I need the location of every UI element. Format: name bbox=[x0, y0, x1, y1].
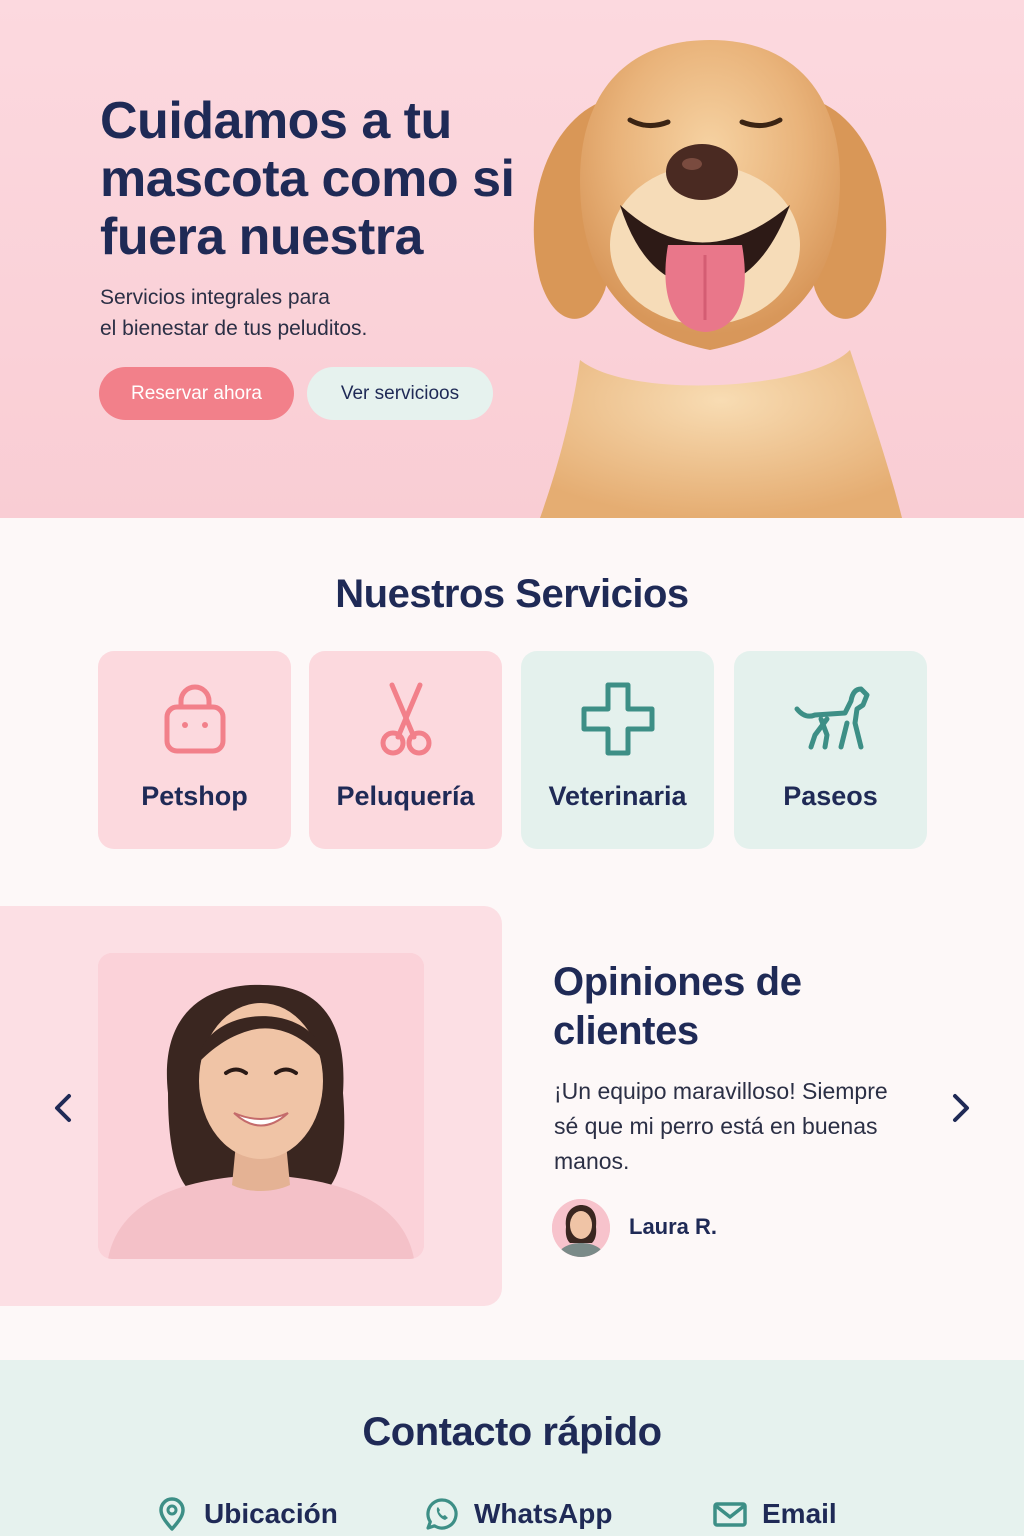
contact-label: WhatsApp bbox=[474, 1498, 613, 1529]
book-now-button[interactable]: Reservar ahora bbox=[99, 367, 294, 420]
hero-subtitle: Servicios integrales para el bienestar d… bbox=[100, 282, 420, 344]
contact-section: Contacto rápido Ubicación WhatsApp Email bbox=[0, 1360, 1024, 1536]
contact-label: Email bbox=[762, 1498, 837, 1529]
chevron-left-icon bbox=[55, 1094, 71, 1122]
service-label: Peluquería bbox=[336, 781, 475, 811]
service-card-grooming[interactable]: Peluquería bbox=[309, 651, 502, 849]
dog-walking-icon bbox=[794, 686, 869, 750]
service-card-vet[interactable]: Veterinaria bbox=[521, 651, 714, 849]
service-card-petshop[interactable]: Petshop bbox=[98, 651, 291, 849]
contact-title: Contacto rápido bbox=[362, 1410, 662, 1454]
envelope-icon bbox=[713, 1502, 747, 1527]
hero-subtitle-line2: el bienestar de tus peluditos. bbox=[100, 317, 368, 340]
carousel-prev-button[interactable] bbox=[44, 1088, 84, 1128]
customer-photo bbox=[98, 953, 424, 1259]
testimonials-title-line2: clientes bbox=[553, 1009, 699, 1053]
testimonial-quote: ¡Un equipo maravilloso! Siempre sé que m… bbox=[554, 1078, 888, 1174]
medical-cross-icon bbox=[581, 682, 654, 756]
service-label: Paseos bbox=[783, 781, 878, 811]
contact-email[interactable]: Email bbox=[712, 1494, 837, 1534]
testimonial-author: Laura R. bbox=[629, 1214, 718, 1239]
testimonials-title-line1: Opiniones de bbox=[553, 960, 802, 1004]
services-title: Nuestros Servicios bbox=[335, 572, 689, 616]
chevron-right-icon bbox=[953, 1094, 969, 1122]
golden-retriever-image bbox=[533, 40, 902, 518]
shopping-bag-icon bbox=[164, 684, 225, 754]
location-pin-icon bbox=[159, 1497, 185, 1531]
contact-label: Ubicación bbox=[204, 1498, 338, 1529]
service-label: Veterinaria bbox=[548, 781, 687, 811]
hero-section: Cuidamos a tu mascota como si fuera nues… bbox=[0, 0, 1024, 518]
hero-title: Cuidamos a tu mascota como si fuera nues… bbox=[100, 92, 515, 266]
carousel-next-button[interactable] bbox=[940, 1088, 980, 1128]
scissors-icon bbox=[380, 682, 431, 756]
testimonials-title: Opiniones de clientes bbox=[553, 958, 883, 1056]
whatsapp-icon bbox=[426, 1498, 458, 1530]
view-services-button[interactable]: Ver servicioos bbox=[307, 367, 493, 420]
contact-location[interactable]: Ubicación bbox=[154, 1494, 338, 1534]
service-card-walks[interactable]: Paseos bbox=[734, 651, 927, 849]
contact-whatsapp[interactable]: WhatsApp bbox=[424, 1494, 612, 1534]
service-label: Petshop bbox=[141, 781, 248, 811]
hero-subtitle-line1: Servicios integrales para bbox=[100, 286, 330, 309]
avatar bbox=[552, 1199, 610, 1257]
